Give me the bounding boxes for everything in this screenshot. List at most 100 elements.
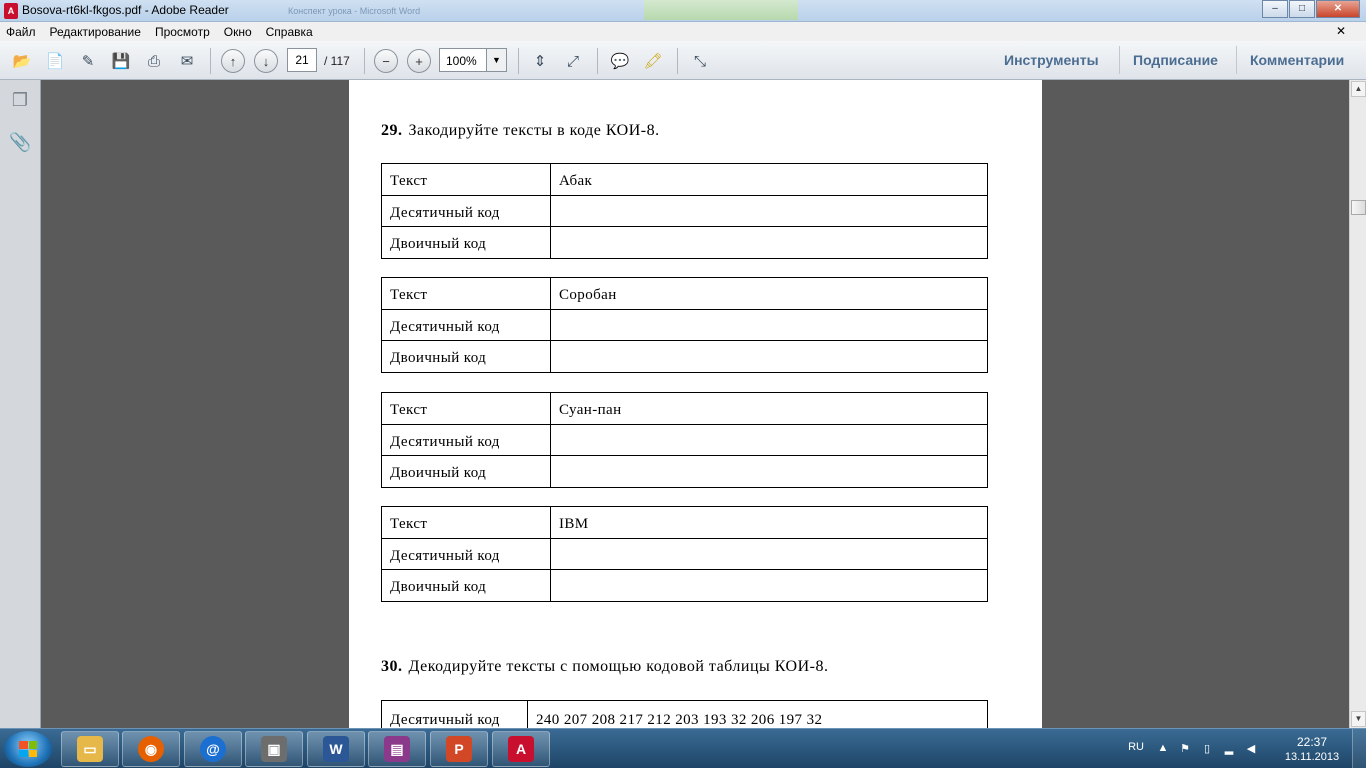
action-center-flag-icon[interactable]: ⚑ bbox=[1178, 742, 1192, 756]
taskbar-adobe-reader[interactable]: A bbox=[492, 731, 550, 767]
next-page-icon[interactable]: ↓ bbox=[254, 49, 278, 73]
zoom-out-icon[interactable]: − bbox=[374, 49, 398, 73]
vertical-scrollbar[interactable]: ▲ ▼ bbox=[1349, 80, 1366, 728]
page-thumbnails-icon[interactable]: ❐ bbox=[9, 90, 31, 112]
minimize-button[interactable]: – bbox=[1262, 0, 1288, 18]
windows-logo-icon bbox=[19, 741, 37, 757]
toolbar-divider bbox=[210, 48, 211, 74]
taskbar-media[interactable]: ▣ bbox=[245, 731, 303, 767]
firefox-icon: ◉ bbox=[138, 736, 164, 762]
taskbar-powerpoint[interactable]: P bbox=[430, 731, 488, 767]
table-cell: Текст bbox=[381, 506, 551, 539]
edit-icon[interactable]: ✎ bbox=[76, 49, 100, 73]
comment-icon[interactable]: 💬 bbox=[608, 49, 632, 73]
menu-edit[interactable]: Редактирование bbox=[50, 25, 141, 39]
maximize-button[interactable]: □ bbox=[1289, 0, 1315, 18]
folder-icon: ▭ bbox=[77, 736, 103, 762]
fit-page-icon[interactable]: ⇕ bbox=[528, 49, 552, 73]
table-cell: Соробан bbox=[550, 277, 988, 310]
fit-width-icon[interactable]: ⤢ bbox=[561, 49, 585, 73]
table-row: Текст Абак bbox=[381, 163, 988, 196]
encoding-table: Текст IBM Десятичный код Двоичный код bbox=[381, 506, 988, 603]
table-cell-empty bbox=[550, 340, 988, 374]
menu-window[interactable]: Окно bbox=[224, 25, 252, 39]
tab-divider bbox=[1236, 46, 1237, 74]
menu-view[interactable]: Просмотр bbox=[155, 25, 210, 39]
taskbar-explorer[interactable]: ▭ bbox=[61, 731, 119, 767]
page-total: / 117 bbox=[324, 54, 350, 68]
email-icon[interactable]: ✉ bbox=[175, 49, 199, 73]
window-controls: – □ ✕ bbox=[1261, 0, 1360, 18]
clock-date[interactable]: 13.11.2013 bbox=[1282, 751, 1342, 763]
table-row: Десятичный код 240 207 208 217 212 203 19… bbox=[381, 700, 988, 728]
background-window-title: Конспект урока - Microsoft Word bbox=[288, 6, 421, 16]
taskbar-mail[interactable]: @ bbox=[184, 731, 242, 767]
menu-file[interactable]: Файл bbox=[6, 25, 36, 39]
table-cell: Десятичный код bbox=[381, 308, 551, 342]
toolbar-divider bbox=[677, 48, 678, 74]
show-hidden-icons-icon[interactable]: ▲ bbox=[1156, 742, 1170, 756]
create-pdf-icon[interactable]: 📄 bbox=[43, 49, 67, 73]
network-signal-icon[interactable]: ▂ bbox=[1222, 742, 1236, 756]
adobe-reader-icon: A bbox=[4, 3, 18, 19]
question-number: 29. bbox=[381, 122, 403, 139]
zoom-in-icon[interactable]: + bbox=[407, 49, 431, 73]
table-row: Десятичный код bbox=[381, 308, 988, 342]
table-row: Текст IBM bbox=[381, 506, 988, 539]
close-button[interactable]: ✕ bbox=[1316, 0, 1360, 18]
page-number-input[interactable]: 21 bbox=[287, 48, 317, 72]
table-cell: Двоичный код bbox=[381, 226, 551, 260]
toolbar-divider bbox=[597, 48, 598, 74]
table-cell: Двоичный код bbox=[381, 455, 551, 489]
zoom-value: 100% bbox=[446, 54, 477, 68]
table-row: Текст Суан-пан bbox=[381, 392, 988, 425]
tab-sign[interactable]: Подписание bbox=[1133, 52, 1218, 68]
close-document-icon[interactable]: ✕ bbox=[1336, 24, 1346, 38]
previous-page-icon[interactable]: ↑ bbox=[221, 49, 245, 73]
mail-agent-icon: @ bbox=[200, 736, 226, 762]
chevron-down-icon[interactable]: ▼ bbox=[486, 49, 506, 71]
open-icon[interactable]: 📂 bbox=[10, 49, 34, 73]
scroll-up-icon[interactable]: ▲ bbox=[1351, 81, 1366, 97]
table-cell: Текст bbox=[381, 277, 551, 310]
start-button[interactable] bbox=[4, 731, 52, 767]
language-indicator[interactable]: RU bbox=[1128, 741, 1144, 753]
tab-comments[interactable]: Комментарии bbox=[1250, 52, 1344, 68]
table-row: Двоичный код bbox=[381, 455, 988, 489]
table-cell: IBM bbox=[550, 506, 988, 539]
device-icon[interactable]: ▯ bbox=[1200, 742, 1214, 756]
volume-icon[interactable]: ◀ bbox=[1244, 742, 1258, 756]
print-icon[interactable]: ⎙ bbox=[142, 49, 166, 73]
decoding-table: Десятичный код 240 207 208 217 212 203 19… bbox=[381, 700, 988, 728]
question-number: 30. bbox=[381, 658, 403, 675]
highlight-icon[interactable]: 🖍 bbox=[641, 49, 665, 73]
encoding-table: Текст Соробан Десятичный код Двоичный код bbox=[381, 277, 988, 374]
scroll-down-icon[interactable]: ▼ bbox=[1351, 711, 1366, 727]
table-cell-empty bbox=[550, 455, 988, 489]
table-cell: Десятичный код bbox=[381, 537, 551, 571]
table-cell: Абак bbox=[550, 163, 988, 196]
adobe-reader-icon: A bbox=[508, 736, 534, 762]
menu-help[interactable]: Справка bbox=[266, 25, 313, 39]
scroll-thumb[interactable] bbox=[1351, 200, 1366, 215]
taskbar-firefox[interactable]: ◉ bbox=[122, 731, 180, 767]
table-row: Десятичный код bbox=[381, 194, 988, 228]
toolbar-divider bbox=[364, 48, 365, 74]
zoom-select[interactable]: 100% ▼ bbox=[439, 48, 507, 72]
taskbar-word[interactable]: W bbox=[307, 731, 365, 767]
save-icon[interactable]: 💾 bbox=[109, 49, 133, 73]
table-cell-empty bbox=[550, 423, 988, 457]
taskbar-winrar[interactable]: ▤ bbox=[368, 731, 426, 767]
show-desktop-button[interactable] bbox=[1352, 729, 1366, 768]
table-cell: Двоичный код bbox=[381, 569, 551, 603]
question-29-heading: 29. Закодируйте тексты в коде КОИ-8. bbox=[381, 122, 660, 140]
table-cell-empty bbox=[550, 226, 988, 260]
document-view: 29. Закодируйте тексты в коде КОИ-8. Текс… bbox=[41, 80, 1349, 728]
clock-time[interactable]: 22:37 bbox=[1282, 735, 1342, 749]
table-cell: 240 207 208 217 212 203 193 32 206 197 3… bbox=[527, 700, 988, 728]
full-screen-icon[interactable]: ⤡ bbox=[688, 49, 712, 73]
attachments-icon[interactable]: 📎 bbox=[9, 132, 31, 154]
table-cell-empty bbox=[550, 194, 988, 228]
table-cell-empty bbox=[550, 308, 988, 342]
tab-tools[interactable]: Инструменты bbox=[1004, 52, 1099, 68]
